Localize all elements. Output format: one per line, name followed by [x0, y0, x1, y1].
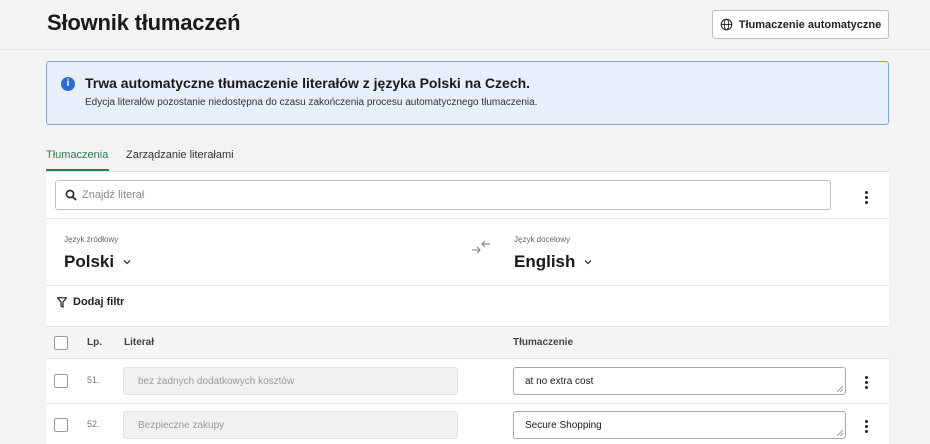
column-translation: Tłumaczenie [513, 337, 574, 348]
translation-field[interactable]: at no extra cost [513, 367, 846, 395]
tab-bar: Tłumaczenia Zarządzanie literałami [46, 147, 889, 171]
search-input[interactable] [82, 186, 782, 204]
add-filter-button[interactable]: Dodaj filtr [57, 296, 124, 308]
column-literal: Literał [124, 337, 155, 348]
tab-manage-literals[interactable]: Zarządzanie literałami [126, 147, 234, 171]
translation-field[interactable]: Secure Shopping [513, 411, 846, 439]
translation-text: Secure Shopping [525, 420, 602, 431]
row-menu-icon[interactable] [859, 417, 873, 435]
divider [46, 285, 889, 286]
add-filter-label: Dodaj filtr [73, 296, 125, 308]
auto-translate-label: Tłumaczenie automatyczne [738, 18, 882, 31]
source-language-label: Język źródłowy [64, 235, 119, 244]
page-title: Słownik tłumaczeń [47, 10, 241, 35]
select-all-checkbox[interactable] [54, 336, 68, 350]
row-number: 51. [87, 375, 100, 385]
table-row: 52. Bezpieczne zakupy Secure Shopping [46, 404, 889, 444]
search-box [55, 180, 831, 210]
source-language-value: Polski [64, 252, 115, 271]
tab-translations[interactable]: Tłumaczenia [46, 147, 109, 171]
literal-text: bez żadnych dodatkowych kosztów [138, 376, 295, 387]
globe-icon [720, 18, 733, 31]
info-icon: i [61, 77, 75, 91]
table-row: 51. bez żadnych dodatkowych kosztów at n… [46, 360, 889, 404]
table-header: Lp. Literał Tłumaczenie [46, 326, 889, 359]
translations-panel: Język źródłowy Polski Język docelowy Eng… [46, 171, 889, 444]
chevron-down-icon [123, 260, 131, 265]
resize-handle-icon[interactable] [837, 430, 843, 436]
translation-text: at no extra cost [525, 376, 594, 387]
literal-field: bez żadnych dodatkowych kosztów [123, 367, 458, 395]
info-banner-subtitle: Edycja literałów pozostanie niedostępna … [85, 97, 538, 108]
row-checkbox[interactable] [54, 418, 68, 432]
column-number: Lp. [87, 337, 102, 348]
target-language-value: English [514, 252, 576, 271]
target-language-label: Język docelowy [514, 235, 571, 244]
info-banner-title: Trwa automatyczne tłumaczenie literałów … [85, 75, 531, 91]
top-bar: Słownik tłumaczeń Tłumaczenie automatycz… [0, 0, 930, 50]
row-checkbox[interactable] [54, 374, 68, 388]
literal-field: Bezpieczne zakupy [123, 411, 458, 439]
resize-handle-icon[interactable] [837, 386, 843, 392]
swap-languages-icon[interactable] [470, 239, 492, 255]
info-banner: i Trwa automatyczne tłumaczenie literałó… [46, 61, 889, 125]
chevron-down-icon [584, 260, 592, 265]
source-language-select[interactable]: Polski [64, 252, 132, 272]
search-icon [65, 189, 77, 201]
literal-text: Bezpieczne zakupy [138, 420, 225, 431]
row-number: 52. [87, 419, 100, 429]
divider [46, 218, 889, 219]
filter-icon [57, 296, 67, 308]
row-menu-icon[interactable] [859, 373, 873, 391]
target-language-select[interactable]: English [514, 252, 593, 272]
auto-translate-button[interactable]: Tłumaczenie automatyczne [712, 10, 889, 39]
more-options-icon[interactable] [859, 188, 873, 206]
